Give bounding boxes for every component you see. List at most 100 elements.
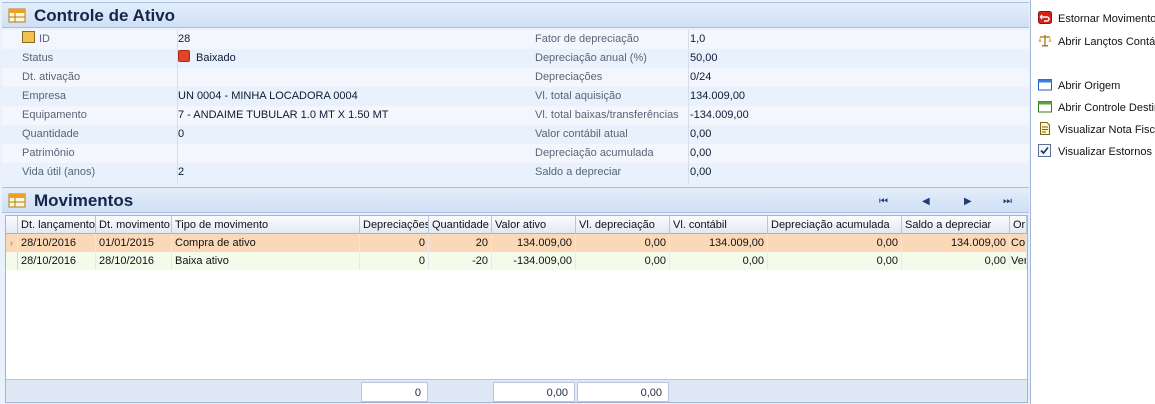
total-depreciation: 0,00 [577, 382, 669, 402]
status-label: Status [22, 52, 54, 64]
window-icon [1038, 79, 1052, 91]
table-icon [8, 8, 26, 23]
cell: 20 [429, 234, 492, 252]
company-label: Empresa [22, 90, 67, 102]
depreciations-label: Depreciações [535, 71, 603, 83]
column-header[interactable]: Dt. lançamento [18, 216, 96, 234]
writeoffs-total-label: Vl. total baixas/transferências [535, 109, 679, 121]
view-reversals-checkbox[interactable]: Visualizar Estornos [1038, 143, 1152, 161]
cell: 0 [360, 252, 429, 270]
status-icon [178, 50, 190, 62]
cell: Baixa ativo [172, 252, 360, 270]
detail-row: Dt. ativação Depreciações 0/24 [2, 68, 1029, 87]
detail-row: ID 28 Fator de depreciação 1,0 [2, 30, 1029, 49]
book-value-label: Valor contábil atual [535, 128, 628, 140]
document-icon [1040, 122, 1050, 135]
movements-header: Movimentos ⏮ ◀ ▶ ⏭ [2, 187, 1029, 213]
status-value: Baixado [178, 49, 518, 68]
cell: 0,00 [576, 252, 670, 270]
detail-row: Vida útil (anos) 2 Saldo a depreciar 0,0… [2, 163, 1029, 182]
book-value-value: 0,00 [690, 128, 712, 140]
balance-to-depreciate-label: Saldo a depreciar [535, 166, 622, 178]
cell: 0 [360, 234, 429, 252]
depreciation-factor-label: Fator de depreciação [535, 33, 639, 45]
totals-footer: 0 0,00 0,00 [6, 379, 1027, 402]
edit-icon [22, 31, 35, 43]
column-header[interactable]: Saldo a depreciar [902, 216, 1010, 234]
writeoffs-total-value: -134.009,00 [690, 109, 749, 121]
annual-depreciation-label: Depreciação anual (%) [535, 52, 647, 64]
depreciation-factor-value: 1,0 [690, 33, 706, 45]
balance-to-depreciate-value: 0,00 [690, 166, 712, 178]
first-page-icon[interactable]: ⏮ [879, 196, 888, 207]
last-page-icon[interactable]: ⏭ [1003, 196, 1012, 207]
quantity-value: 0 [178, 128, 185, 140]
window-green-icon [1038, 101, 1052, 113]
column-header[interactable]: Tipo de movimento [172, 216, 360, 234]
movements-grid: Dt. lançamento Dt. movimento Tipo de mov… [5, 215, 1028, 403]
column-header[interactable]: Vl. depreciação [576, 216, 670, 234]
cell: 134.009,00 [670, 234, 768, 252]
movements-title: Movimentos [34, 191, 134, 210]
annual-depreciation-value: 50,00 [690, 52, 718, 64]
next-page-icon[interactable]: ▶ [964, 196, 972, 207]
cell: 134.009,00 [492, 234, 576, 252]
total-quantity: 0 [361, 382, 428, 402]
patrimony-value [178, 144, 518, 163]
column-header[interactable]: Quantidade [429, 216, 492, 234]
reverse-movement-action[interactable]: Estornar Movimento [1038, 10, 1155, 28]
detail-row: Patrimônio Depreciação acumulada 0,00 [2, 144, 1029, 163]
column-header[interactable]: Depreciações [360, 216, 429, 234]
column-header[interactable]: Dt. movimento [96, 216, 172, 234]
acquisition-total-label: Vl. total aquisição [535, 90, 622, 102]
equipment-label: Equipamento [22, 109, 87, 121]
asset-header: Controle de Ativo [2, 2, 1029, 28]
undo-icon [1038, 11, 1052, 24]
depreciations-value: 0/24 [690, 71, 712, 83]
divider [688, 30, 689, 183]
row-pointer-icon: › [6, 234, 18, 252]
previous-page-icon[interactable]: ◀ [922, 196, 930, 207]
equipment-value: 7 - ANDAIME TUBULAR 1.0 MT X 1.50 MT [178, 109, 389, 121]
cell: 0,00 [768, 234, 902, 252]
checkbox-icon [1038, 144, 1051, 157]
cell: 0,00 [576, 234, 670, 252]
view-invoice-action[interactable]: Visualizar Nota Fiscal [1038, 121, 1155, 139]
column-header[interactable]: Vl. contábil [670, 216, 768, 234]
detail-row: Status Baixado Depreciação anual (%) 50,… [2, 49, 1029, 68]
divider [177, 30, 178, 183]
cell: 01/01/2015 [96, 234, 172, 252]
company-value: UN 0004 - MINHA LOCADORA 0004 [178, 90, 358, 102]
table-icon [8, 193, 26, 208]
asset-details: ID 28 Fator de depreciação 1,0 Status Ba… [2, 30, 1029, 183]
table-row[interactable]: 28/10/2016 28/10/2016 Baixa ativo 0 -20 … [6, 252, 1027, 270]
actions-panel: Estornar Movimento Abrir Lançtos Contál … [1034, 0, 1155, 404]
cell: -20 [429, 252, 492, 270]
detail-row: Quantidade 0 Valor contábil atual 0,00 [2, 125, 1029, 144]
accumulated-depreciation-value: 0,00 [690, 147, 712, 159]
activation-date-value [178, 68, 518, 87]
accumulated-depreciation-label: Depreciação acumulada [535, 147, 654, 159]
cell: 28/10/2016 [18, 252, 96, 270]
quantity-label: Quantidade [22, 128, 79, 140]
column-header[interactable]: Valor ativo [492, 216, 576, 234]
detail-row: Equipamento 7 - ANDAIME TUBULAR 1.0 MT X… [2, 106, 1029, 125]
cell: 28/10/2016 [18, 234, 96, 252]
asset-control-panel: Controle de Ativo ID 28 Fator de depreci… [0, 0, 1031, 404]
column-header[interactable]: Depreciação acumulada [768, 216, 902, 234]
row-selector-header[interactable] [6, 216, 18, 234]
cell: -134.009,00 [492, 252, 576, 270]
patrimony-label: Patrimônio [22, 147, 75, 159]
acquisition-total-value: 134.009,00 [690, 90, 746, 102]
cell: Compra de ativo [172, 234, 360, 252]
cell: 0,00 [902, 252, 1010, 270]
table-row[interactable]: › 28/10/2016 01/01/2015 Compra de ativo … [6, 234, 1027, 252]
open-origin-action[interactable]: Abrir Origem [1038, 77, 1120, 95]
cell: Co [1010, 234, 1027, 252]
column-header[interactable]: Ori [1010, 216, 1027, 234]
cell: Ver [1010, 252, 1027, 270]
open-accounting-entries-action[interactable]: Abrir Lançtos Contál [1038, 33, 1155, 51]
cell: 0,00 [768, 252, 902, 270]
cell: 0,00 [670, 252, 768, 270]
open-destination-control-action[interactable]: Abrir Controle Destin [1038, 99, 1155, 117]
